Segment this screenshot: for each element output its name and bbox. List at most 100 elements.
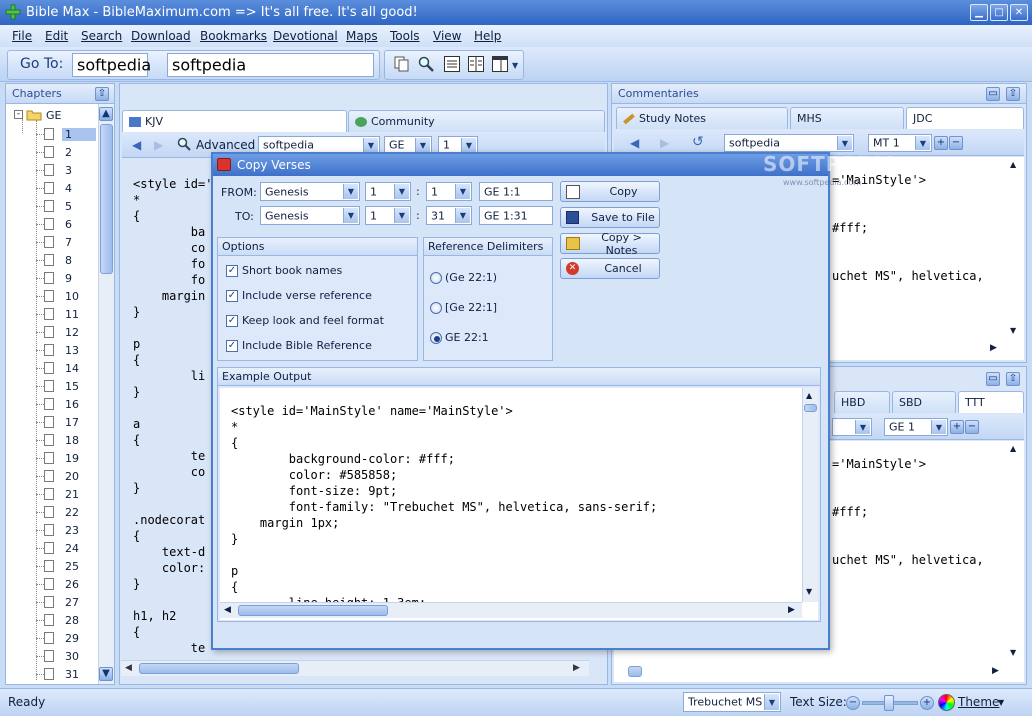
tab-ttt[interactable]: TTT xyxy=(958,391,1024,413)
example-hscroll[interactable]: ◀ ▶ xyxy=(220,602,802,618)
chapter-item-31[interactable]: 31 xyxy=(36,665,82,683)
refresh-icon[interactable]: ↺ xyxy=(692,134,704,150)
chapter-item-3[interactable]: 3 xyxy=(36,161,75,179)
to-chapter-select[interactable]: 1 ▼ xyxy=(365,206,411,225)
scroll-down-icon[interactable]: ▼ xyxy=(806,587,812,596)
scroll-up-icon[interactable]: ▲ xyxy=(99,107,113,121)
chapter-item-18[interactable]: 18 xyxy=(36,431,82,449)
copy-tool-icon[interactable] xyxy=(394,56,410,75)
pin-icon[interactable]: ⇧ xyxy=(1006,87,1020,101)
bible-hscroll[interactable]: ◀ ▶ xyxy=(121,660,589,676)
scroll-right-icon[interactable]: ▶ xyxy=(992,666,999,676)
chapter-item-17[interactable]: 17 xyxy=(36,413,82,431)
chapter-item-16[interactable]: 16 xyxy=(36,395,82,413)
chapter-item-9[interactable]: 9 xyxy=(36,269,75,287)
from-book-select[interactable]: Genesis ▼ xyxy=(260,182,360,201)
copy-to-notes-button[interactable]: Copy > Notes xyxy=(560,231,660,257)
tab-sbd[interactable]: SBD xyxy=(892,391,956,413)
chapter-item-24[interactable]: 24 xyxy=(36,539,82,557)
remove-icon[interactable]: − xyxy=(949,136,963,150)
scroll-thumb[interactable] xyxy=(804,404,817,412)
from-chapter-select[interactable]: 1 ▼ xyxy=(365,182,411,201)
maximize-button[interactable]: □ xyxy=(990,4,1008,21)
chapter-item-11[interactable]: 11 xyxy=(36,305,82,323)
delimiter-parentheses[interactable]: (Ge 22:1) xyxy=(430,271,497,284)
menu-download[interactable]: Download xyxy=(131,29,191,43)
scroll-down-icon[interactable]: ▼ xyxy=(1010,326,1016,335)
chapter-item-29[interactable]: 29 xyxy=(36,629,82,647)
chapter-item-6[interactable]: 6 xyxy=(36,215,75,233)
menu-search[interactable]: Search xyxy=(81,29,122,43)
minimize-button[interactable]: ▁ xyxy=(970,4,988,21)
text-size-slider-thumb[interactable] xyxy=(884,695,894,711)
scroll-left-icon[interactable]: ◀ xyxy=(125,663,132,673)
layout-icon[interactable] xyxy=(492,56,508,75)
menu-help[interactable]: Help xyxy=(474,29,501,43)
tab-kjv[interactable]: KJV xyxy=(122,110,347,132)
chapter-item-12[interactable]: 12 xyxy=(36,323,82,341)
chapter-item-2[interactable]: 2 xyxy=(36,143,75,161)
scroll-thumb[interactable] xyxy=(628,666,642,677)
search-icon[interactable] xyxy=(418,56,434,75)
tree-book-label[interactable]: GE xyxy=(46,109,61,122)
layout-dropdown-icon[interactable]: ▼ xyxy=(512,61,518,70)
chapter-item-23[interactable]: 23 xyxy=(36,521,82,539)
close-button[interactable]: ✕ xyxy=(1010,4,1028,21)
scroll-thumb[interactable] xyxy=(238,605,388,616)
chapter-item-4[interactable]: 4 xyxy=(36,179,75,197)
option-short-book-names[interactable]: ✓ Short book names xyxy=(226,264,342,277)
back-icon[interactable]: ◀ xyxy=(630,136,639,150)
option-keep-look-and-feel[interactable]: ✓ Keep look and feel format xyxy=(226,314,384,327)
scroll-right-icon[interactable]: ▶ xyxy=(990,343,997,353)
chapter-item-8[interactable]: 8 xyxy=(36,251,75,269)
scroll-thumb[interactable] xyxy=(100,124,113,274)
chapter-item-15[interactable]: 15 xyxy=(36,377,82,395)
save-to-file-button[interactable]: Save to File xyxy=(560,207,660,228)
chapter-item-22[interactable]: 22 xyxy=(36,503,82,521)
commentary-search-select[interactable]: softpedia ▼ xyxy=(724,134,854,152)
delimiter-plain[interactable]: GE 22:1 xyxy=(430,331,489,344)
chapter-item-30[interactable]: 30 xyxy=(36,647,82,665)
tab-study-notes[interactable]: Study Notes xyxy=(616,107,788,129)
copy-button[interactable]: Copy xyxy=(560,181,660,202)
search-icon[interactable] xyxy=(177,137,191,154)
scroll-left-icon[interactable]: ◀ xyxy=(224,605,231,615)
dictionary-version-select[interactable]: GE 1 ▼ xyxy=(884,418,948,436)
scroll-down-icon[interactable]: ▼ xyxy=(99,667,113,681)
list-view-icon[interactable] xyxy=(444,56,460,75)
text-size-increase-icon[interactable]: + xyxy=(920,696,934,710)
pin-icon[interactable]: ⇧ xyxy=(1006,372,1020,386)
to-reference-field[interactable]: GE 1:31 xyxy=(479,206,553,225)
theme-dropdown-icon[interactable]: ▼ xyxy=(998,698,1004,707)
option-include-bible-reference[interactable]: ✓ Include Bible Reference xyxy=(226,339,372,352)
chapter-item-5[interactable]: 5 xyxy=(36,197,75,215)
delimiter-brackets[interactable]: [Ge 22:1] xyxy=(430,301,497,314)
dictionary-vscroll[interactable]: ▲ ▼ xyxy=(1007,442,1023,664)
from-verse-select[interactable]: 1 ▼ xyxy=(426,182,472,201)
add-icon[interactable]: + xyxy=(934,136,948,150)
scroll-right-icon[interactable]: ▶ xyxy=(573,663,580,673)
restore-icon[interactable]: ▭ xyxy=(986,87,1000,101)
commentary-vscroll[interactable]: ▲ ▼ xyxy=(1007,158,1023,342)
menu-bookmarks[interactable]: Bookmarks xyxy=(200,29,267,43)
search-input[interactable]: softpedia xyxy=(167,53,374,77)
to-book-select[interactable]: Genesis ▼ xyxy=(260,206,360,225)
remove-icon[interactable]: − xyxy=(965,420,979,434)
commentary-version-select[interactable]: MT 1 ▼ xyxy=(868,134,932,152)
chapter-item-20[interactable]: 20 xyxy=(36,467,82,485)
dictionary-hscroll[interactable]: ▶ xyxy=(614,664,1024,680)
chapter-item-21[interactable]: 21 xyxy=(36,485,82,503)
tab-jdc[interactable]: JDC xyxy=(906,107,1024,129)
menu-view[interactable]: View xyxy=(433,29,461,43)
tab-community[interactable]: Community xyxy=(348,110,605,132)
forward-icon[interactable]: ▶ xyxy=(154,138,163,152)
tab-hbd[interactable]: HBD xyxy=(834,391,890,413)
columns-view-icon[interactable] xyxy=(468,56,484,75)
menu-edit[interactable]: Edit xyxy=(45,29,68,43)
scroll-up-icon[interactable]: ▲ xyxy=(1010,444,1016,453)
tab-mhs[interactable]: MHS xyxy=(790,107,904,129)
scroll-up-icon[interactable]: ▲ xyxy=(1010,160,1016,169)
cancel-button[interactable]: ✕ Cancel xyxy=(560,258,660,279)
option-include-verse-reference[interactable]: ✓ Include verse reference xyxy=(226,289,372,302)
chapter-item-13[interactable]: 13 xyxy=(36,341,82,359)
